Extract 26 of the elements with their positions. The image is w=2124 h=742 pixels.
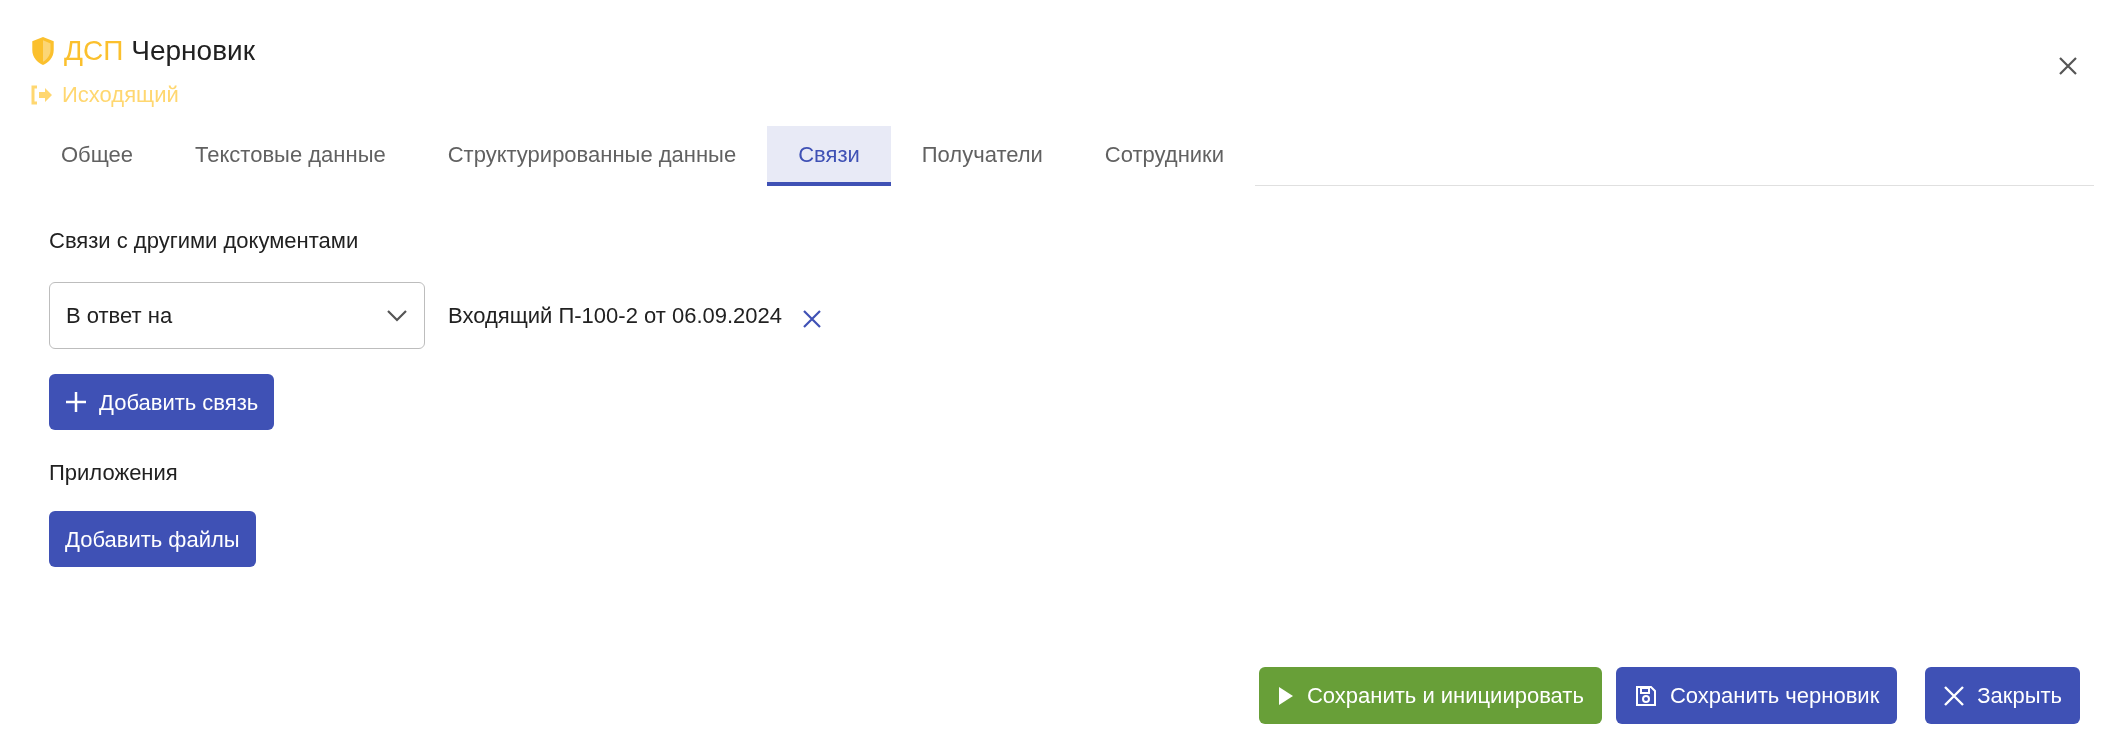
section-title: Приложения bbox=[49, 459, 179, 487]
close-button[interactable]: Закрыть bbox=[1925, 667, 2080, 724]
add-files-button[interactable]: Добавить файлы bbox=[49, 511, 256, 567]
section-title: Связи с другими документами bbox=[49, 227, 360, 255]
tab[interactable]: Текстовые данные bbox=[164, 126, 417, 186]
tab[interactable]: Общее bbox=[30, 126, 165, 186]
tab[interactable]: Получатели bbox=[890, 126, 1074, 186]
remove-icon[interactable] bbox=[802, 308, 823, 329]
direction-label: Исходящий bbox=[62, 81, 179, 109]
tab[interactable]: Связи bbox=[767, 126, 891, 186]
tab[interactable]: Структурированные данные bbox=[416, 126, 768, 186]
save-icon bbox=[1633, 683, 1658, 708]
close-icon bbox=[1943, 684, 1966, 707]
save-draft-button[interactable]: Сохранить черновик bbox=[1615, 667, 1898, 724]
shield-icon bbox=[30, 36, 56, 66]
linked-document: Входящий П-100-2 от 06.09.2024 bbox=[448, 302, 783, 330]
save-and-initiate-button[interactable]: Сохранить и инициировать bbox=[1258, 667, 1602, 724]
plus-icon bbox=[65, 391, 87, 413]
add-link-button[interactable]: Добавить связь bbox=[49, 374, 275, 430]
exit-arrow-icon bbox=[30, 84, 54, 105]
link-type-dropdown[interactable]: В ответ на bbox=[49, 282, 425, 349]
security-label: ДСП bbox=[64, 34, 124, 68]
document-title: Черновик bbox=[131, 34, 255, 68]
play-icon bbox=[1276, 684, 1295, 707]
chevron-down-icon bbox=[386, 308, 408, 323]
tab[interactable]: Сотрудники bbox=[1073, 126, 1256, 186]
